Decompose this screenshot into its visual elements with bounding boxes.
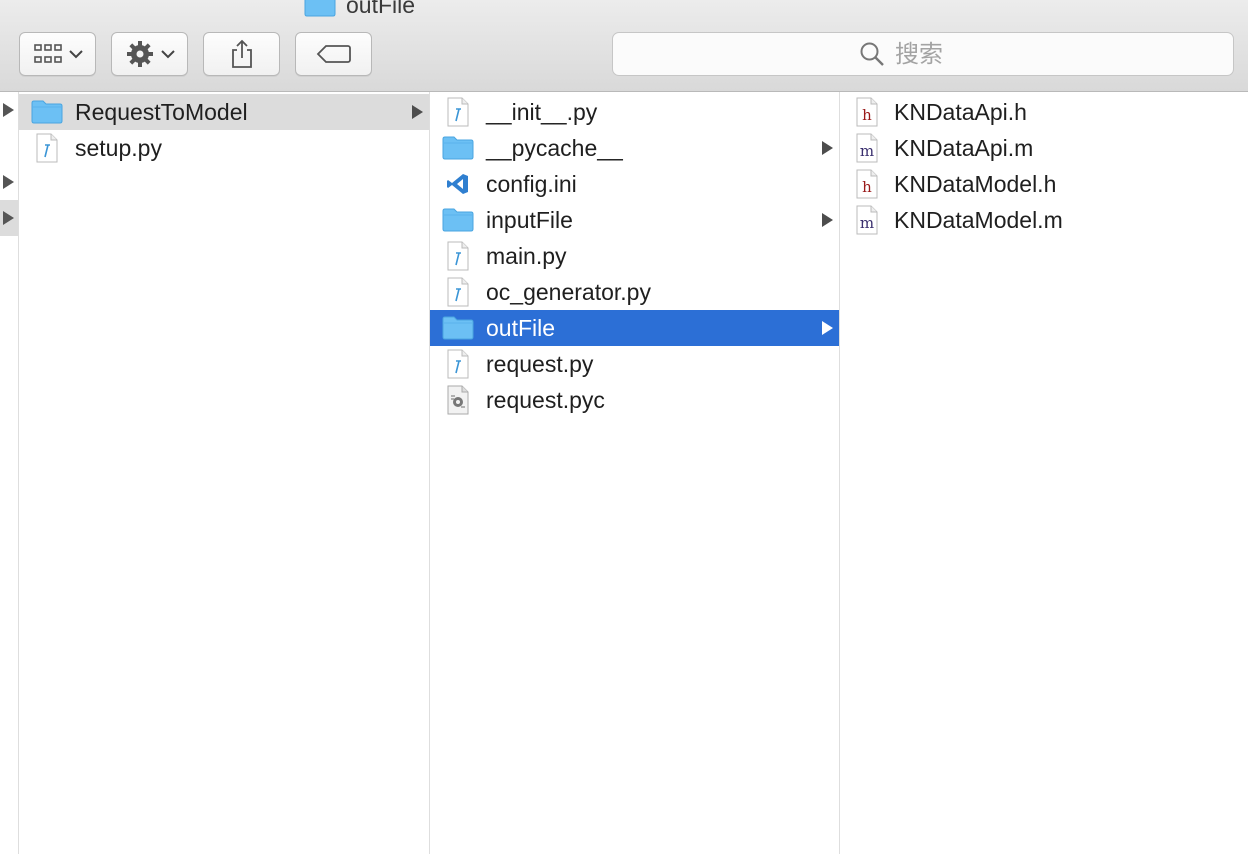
disclosure-arrow-icon	[3, 175, 14, 189]
svg-text:h: h	[862, 106, 872, 124]
file-list: h KNDataApi.h m KNDataApi.m h KNDataMode…	[840, 92, 1248, 238]
item-label: __pycache__	[486, 134, 623, 161]
python-file-icon	[442, 97, 474, 127]
gutter-row[interactable]	[0, 164, 18, 200]
item-label: request.pyc	[486, 386, 605, 413]
folder-icon	[442, 313, 474, 343]
disclosure-arrow-icon	[3, 103, 14, 117]
list-item-file[interactable]: request.py	[430, 346, 839, 382]
python-file-icon	[442, 241, 474, 271]
disclosure-arrow-icon	[822, 321, 833, 335]
window-title-text: outFile	[346, 0, 416, 18]
action-menu-button[interactable]	[111, 32, 188, 76]
search-field[interactable]	[612, 32, 1234, 76]
item-label: request.py	[486, 350, 594, 377]
item-label: outFile	[486, 314, 556, 341]
tag-button[interactable]	[295, 32, 372, 76]
disclosure-arrow-icon	[822, 141, 833, 155]
item-label: inputFile	[486, 206, 573, 233]
search-icon	[860, 42, 884, 66]
folder-icon	[304, 0, 336, 17]
disclosure-arrow-icon	[412, 105, 423, 119]
list-item-file[interactable]: request.pyc	[430, 382, 839, 418]
tag-icon	[316, 45, 351, 63]
list-item-file[interactable]: config.ini	[430, 166, 839, 202]
list-item-file[interactable]: main.py	[430, 238, 839, 274]
svg-text:m: m	[860, 142, 874, 160]
list-item-folder[interactable]: __pycache__	[430, 130, 839, 166]
objc-file-icon: m	[854, 205, 880, 235]
window-title: outFile	[304, 0, 415, 19]
svg-text:h: h	[862, 178, 872, 196]
toolbar: outFile	[0, 0, 1248, 92]
objc-file-icon: m	[854, 133, 880, 163]
file-list: __init__.py __pycache__ config.ini input…	[430, 92, 839, 418]
list-item-file[interactable]: m KNDataModel.m	[840, 202, 1248, 238]
view-options-button[interactable]	[19, 32, 96, 76]
header-file-icon: h	[854, 97, 880, 127]
folder-icon	[442, 133, 474, 163]
item-label: RequestToModel	[75, 98, 248, 125]
folder-icon	[442, 205, 474, 235]
disclosure-arrow-icon	[822, 213, 833, 227]
list-item-folder[interactable]: RequestToModel	[19, 94, 429, 130]
list-item-file[interactable]: __init__.py	[430, 94, 839, 130]
column-2[interactable]: __init__.py __pycache__ config.ini input…	[430, 92, 840, 854]
item-label: oc_generator.py	[486, 278, 651, 305]
folder-icon	[31, 97, 63, 127]
header-file-icon: h	[854, 169, 880, 199]
share-button[interactable]	[203, 32, 280, 76]
python-file-icon	[442, 277, 474, 307]
share-icon	[231, 39, 252, 68]
file-list: RequestToModel setup.py	[19, 92, 429, 166]
search-input[interactable]	[893, 39, 987, 69]
item-label: main.py	[486, 242, 567, 269]
compiled-file-icon	[442, 385, 474, 415]
previous-column-edge	[0, 92, 19, 854]
disclosure-arrow-icon	[3, 211, 14, 225]
list-item-file[interactable]: setup.py	[19, 130, 429, 166]
python-file-icon	[442, 349, 474, 379]
item-label: KNDataApi.h	[894, 98, 1027, 125]
list-item-file[interactable]: oc_generator.py	[430, 274, 839, 310]
gear-icon	[126, 41, 153, 67]
python-file-icon	[31, 133, 63, 163]
chevron-down-icon	[68, 50, 83, 59]
gutter-row-selected[interactable]	[0, 200, 18, 236]
item-label: __init__.py	[486, 98, 598, 125]
item-label: config.ini	[486, 170, 577, 197]
item-label: setup.py	[75, 134, 162, 161]
icon-grid-icon	[33, 44, 62, 63]
item-label: KNDataApi.m	[894, 134, 1034, 161]
item-label: KNDataModel.h	[894, 170, 1057, 197]
svg-text:m: m	[860, 214, 874, 232]
chevron-down-icon	[160, 50, 175, 59]
vscode-file-icon	[442, 169, 474, 199]
column-1[interactable]: RequestToModel setup.py	[19, 92, 430, 854]
list-item-file[interactable]: h KNDataApi.h	[840, 94, 1248, 130]
list-item-folder[interactable]: inputFile	[430, 202, 839, 238]
gutter-row[interactable]	[0, 92, 18, 128]
column-3[interactable]: h KNDataApi.h m KNDataApi.m h KNDataMode…	[840, 92, 1248, 854]
list-item-file[interactable]: m KNDataApi.m	[840, 130, 1248, 166]
list-item-folder-selected[interactable]: outFile	[430, 310, 839, 346]
list-item-file[interactable]: h KNDataModel.h	[840, 166, 1248, 202]
item-label: KNDataModel.m	[894, 206, 1063, 233]
